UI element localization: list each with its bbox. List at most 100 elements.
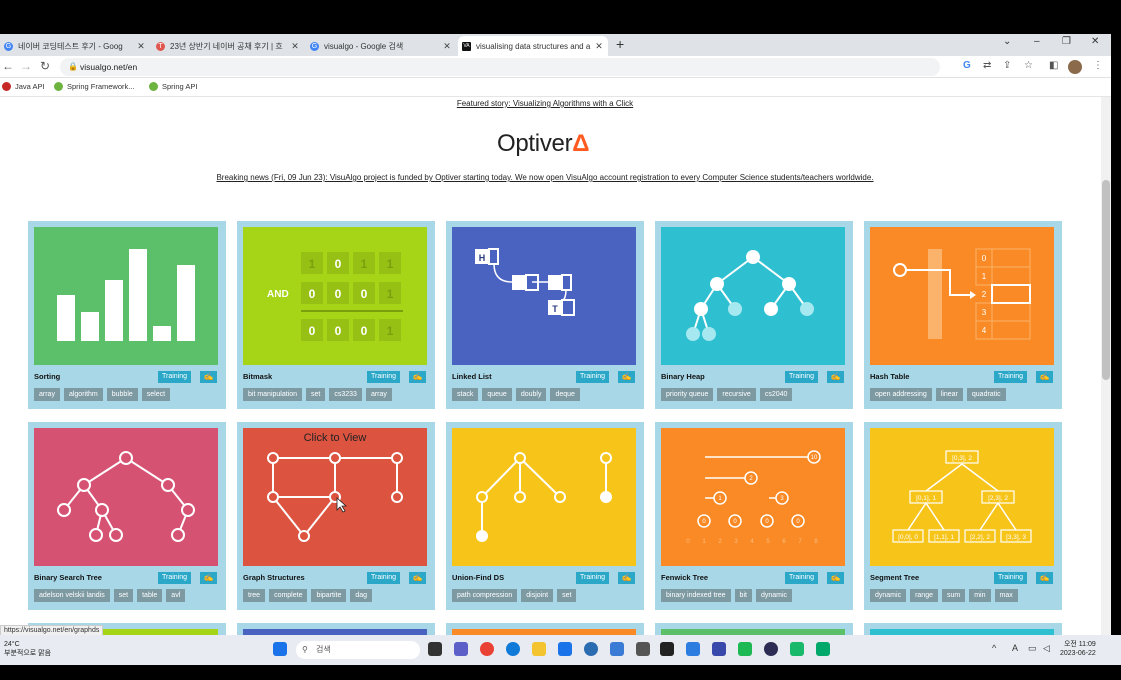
card-linked-list[interactable]: H T Linked List Training ✍ stack queue d…	[446, 221, 644, 409]
sidepanel-icon[interactable]: ◧	[1049, 60, 1058, 71]
segment-tree-thumbnail[interactable]: [0,3], 2 [0,1], 1 [2,3], 2 [0,0], 0 [1,1…	[870, 428, 1054, 566]
optiver-logo[interactable]: OptiverΔ	[497, 130, 590, 158]
volume-icon[interactable]: ◁	[1043, 643, 1050, 654]
tag[interactable]: deque	[550, 388, 580, 401]
training-button[interactable]: Training	[994, 371, 1028, 383]
tag[interactable]: set	[306, 388, 326, 401]
lightbulb-icon[interactable]: ✍	[200, 371, 217, 383]
lightbulb-icon[interactable]: ✍	[827, 572, 844, 584]
mail-icon[interactable]	[558, 642, 572, 656]
tag[interactable]: array	[34, 388, 60, 401]
tag[interactable]: quadratic	[966, 388, 1006, 401]
vscode-icon[interactable]	[686, 642, 700, 656]
card-binary-heap[interactable]: Binary Heap Training ✍ priority queue re…	[655, 221, 853, 409]
ime-indicator[interactable]: A	[1012, 643, 1018, 653]
taskbar-search[interactable]: ⚲ 검색	[296, 641, 420, 659]
bitmask-thumbnail[interactable]: AND 1 0 1 1 0 0 0 1 0 0 0 1	[243, 227, 427, 365]
training-button[interactable]: Training	[367, 572, 401, 584]
card-partial[interactable]	[864, 623, 1062, 635]
tag[interactable]: adelson velskii landis	[34, 589, 110, 602]
app-icon[interactable]	[584, 642, 598, 656]
card-partial[interactable]	[655, 623, 853, 635]
task-view-icon[interactable]	[428, 642, 442, 656]
tag[interactable]: array	[365, 388, 392, 401]
tag[interactable]: disjoint	[521, 589, 554, 602]
tag[interactable]: tree	[243, 589, 266, 602]
app-icon[interactable]	[738, 642, 752, 656]
close-icon[interactable]: ✕	[290, 41, 300, 52]
scrollbar-thumb[interactable]	[1102, 180, 1110, 380]
tag[interactable]: bit	[734, 589, 752, 602]
menu-icon[interactable]: ⋮	[1093, 60, 1103, 71]
network-icon[interactable]: ▭	[1028, 643, 1037, 654]
training-button[interactable]: Training	[158, 572, 192, 584]
training-button[interactable]: Training	[785, 572, 819, 584]
card-bst[interactable]: Binary Search Tree Training ✍ adelson ve…	[28, 422, 226, 610]
binary-heap-thumbnail[interactable]	[661, 227, 845, 365]
linked-list-thumbnail[interactable]: H T	[452, 227, 636, 365]
file-explorer-icon[interactable]	[532, 642, 546, 656]
tab-visualgo[interactable]: VA visualising data structures and a ✕	[458, 36, 608, 56]
close-icon[interactable]: ✕	[442, 41, 452, 52]
chrome-icon[interactable]	[480, 642, 494, 656]
tag[interactable]: min	[969, 589, 991, 602]
restore-icon[interactable]: ❐	[1062, 36, 1071, 47]
lightbulb-icon[interactable]: ✍	[1036, 572, 1053, 584]
training-button[interactable]: Training	[576, 371, 610, 383]
photos-icon[interactable]	[636, 642, 650, 656]
training-button[interactable]: Training	[994, 572, 1028, 584]
card-partial[interactable]	[237, 623, 435, 635]
card-sorting[interactable]: Sorting Training ✍ array algorithm bubbl…	[28, 221, 226, 409]
tag[interactable]: cs2040	[759, 388, 793, 401]
avatar[interactable]	[1068, 60, 1082, 74]
tag[interactable]: doubly	[515, 388, 547, 401]
card-hash-table[interactable]: 0 1 2 3 4 Hash Table Training ✍ open address…	[864, 221, 1062, 409]
weather-widget[interactable]: 24°C 부분적으로 맑음	[4, 640, 51, 658]
tag[interactable]: dynamic	[870, 589, 907, 602]
edge-icon[interactable]	[506, 642, 520, 656]
union-find-thumbnail[interactable]	[452, 428, 636, 566]
new-tab-button[interactable]: +	[616, 36, 624, 52]
tag[interactable]: recursive	[717, 388, 756, 401]
tag[interactable]: sum	[941, 589, 966, 602]
google-lens-icon[interactable]: G	[963, 60, 971, 71]
tag[interactable]: range	[910, 589, 938, 602]
back-icon[interactable]: ←	[2, 59, 14, 73]
lightbulb-icon[interactable]: ✍	[200, 572, 217, 584]
tag[interactable]: stack	[452, 388, 479, 401]
store-icon[interactable]	[610, 642, 624, 656]
tag[interactable]: path compression	[452, 589, 518, 602]
bookmark-spring-api[interactable]: Spring API	[149, 82, 197, 91]
lightbulb-icon[interactable]: ✍	[409, 572, 426, 584]
tag[interactable]: open addressing	[870, 388, 932, 401]
tab-naver-review[interactable]: T 23년 상반기 네이버 공채 후기 | 흐 ✕	[152, 36, 304, 56]
close-icon[interactable]: ✕	[136, 41, 146, 52]
tag[interactable]: queue	[482, 388, 512, 401]
bookmark-spring-framework[interactable]: Spring Framework...	[54, 82, 135, 91]
training-button[interactable]: Training	[158, 371, 192, 383]
app-icon[interactable]	[712, 642, 726, 656]
tag[interactable]: bipartite	[311, 589, 347, 602]
tag[interactable]: algorithm	[63, 388, 103, 401]
tag[interactable]: bit manipulation	[243, 388, 303, 401]
terminal-icon[interactable]	[660, 642, 674, 656]
url-field[interactable]: 🔒 visualgo.net/en	[60, 58, 940, 76]
sorting-thumbnail[interactable]	[34, 227, 218, 365]
tag[interactable]: dynamic	[755, 589, 793, 602]
card-graph-structures[interactable]: Click to View Graph Structures Training …	[237, 422, 435, 610]
eclipse-icon[interactable]	[764, 642, 778, 656]
featured-story-link[interactable]: Featured story: Visualizing Algorithms w…	[0, 99, 1090, 108]
forward-icon[interactable]: →	[20, 59, 32, 73]
tab-naver-coding[interactable]: G 네이버 코딩테스트 후기 - Goog ✕	[0, 36, 150, 56]
fenwick-thumbnail[interactable]: 10 2 1 3 0 0 0 0 012 345 678	[661, 428, 845, 566]
hash-table-thumbnail[interactable]: 0 1 2 3 4	[870, 227, 1054, 365]
lightbulb-icon[interactable]: ✍	[618, 572, 635, 584]
training-button[interactable]: Training	[576, 572, 610, 584]
tag[interactable]: set	[113, 589, 134, 602]
clock[interactable]: 오전 11:09 2023-06-22	[1060, 640, 1096, 658]
tag[interactable]: max	[994, 589, 1018, 602]
graph-thumbnail[interactable]: Click to View	[243, 428, 427, 566]
tag[interactable]: dag	[350, 589, 373, 602]
tag[interactable]: bubble	[106, 388, 138, 401]
tag[interactable]: complete	[269, 589, 308, 602]
